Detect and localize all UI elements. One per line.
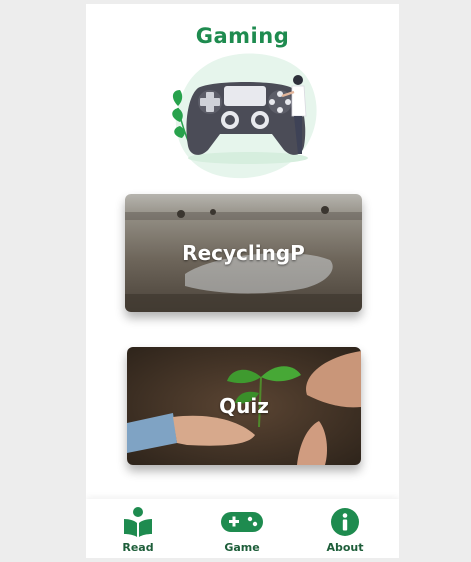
gamepad-illustration — [172, 53, 317, 179]
gamepad-icon — [221, 512, 263, 532]
recycling-card[interactable]: RecyclingP — [125, 194, 362, 312]
nav-label-game: Game — [224, 541, 260, 554]
app-screen: Gaming RecyclingP Quiz Read Game About — [86, 4, 399, 558]
nav-item-game[interactable]: Game — [202, 507, 282, 554]
bottom-navigation: Read Game About — [86, 499, 399, 558]
nav-item-read[interactable]: Read — [98, 507, 178, 554]
nav-item-about[interactable]: About — [305, 507, 385, 554]
nav-label-about: About — [326, 541, 364, 554]
page-title: Gaming — [195, 24, 290, 48]
book-reader-icon — [124, 507, 152, 537]
info-circle-icon — [331, 508, 359, 536]
quiz-card[interactable]: Quiz — [127, 347, 361, 465]
nav-label-read: Read — [122, 541, 154, 554]
recycling-card-label: RecyclingP — [182, 241, 305, 265]
quiz-card-label: Quiz — [219, 394, 269, 418]
